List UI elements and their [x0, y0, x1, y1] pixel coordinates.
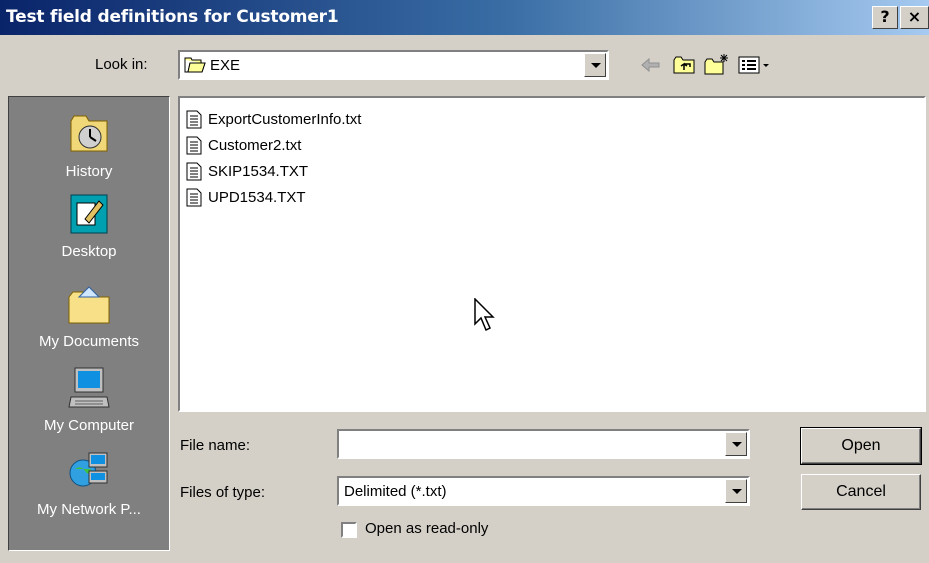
file-type-dropdown[interactable]: Delimited (*.txt) — [337, 476, 750, 506]
view-menu-icon[interactable] — [736, 52, 778, 78]
place-label: Desktop — [61, 243, 117, 260]
places-bar: History Desktop My Documents My Computer… — [8, 96, 170, 551]
list-item[interactable]: Customer2.txt — [186, 134, 301, 156]
folder-open-icon — [184, 57, 206, 73]
my-computer-icon — [68, 367, 110, 408]
place-my-documents[interactable]: My Documents — [9, 281, 169, 350]
read-only-label: Open as read-only — [365, 520, 489, 537]
place-network[interactable]: My Network P... — [9, 449, 169, 518]
window-title: Test field definitions for Customer1 — [6, 7, 339, 27]
file-name-label: File name: — [180, 437, 251, 454]
file-type-value: Delimited (*.txt) — [344, 483, 447, 500]
up-folder-icon[interactable] — [670, 52, 700, 78]
file-name: ExportCustomerInfo.txt — [208, 110, 362, 128]
cancel-button[interactable]: Cancel — [801, 474, 921, 510]
place-desktop[interactable]: Desktop — [9, 191, 169, 260]
read-only-checkbox[interactable] — [341, 522, 357, 538]
list-item[interactable]: SKIP1534.TXT — [186, 160, 308, 182]
desktop-icon — [70, 194, 108, 234]
place-label: My Network P... — [37, 501, 141, 518]
chevron-down-icon[interactable] — [725, 479, 747, 503]
text-file-icon — [186, 136, 202, 154]
back-arrow-icon[interactable] — [636, 52, 666, 78]
my-documents-icon — [68, 286, 110, 324]
list-item[interactable]: ExportCustomerInfo.txt — [186, 108, 361, 130]
place-label: History — [65, 163, 113, 180]
place-label: My Computer — [43, 417, 135, 434]
file-name: Customer2.txt — [208, 136, 302, 154]
text-file-icon — [186, 110, 202, 128]
list-item[interactable]: UPD1534.TXT — [186, 186, 306, 208]
open-file-dialog: Test field definitions for Customer1 ? ×… — [0, 0, 929, 563]
look-in-dropdown[interactable]: EXE — [178, 50, 609, 80]
network-places-icon — [69, 452, 108, 487]
help-button[interactable]: ? — [872, 6, 898, 29]
text-file-icon — [186, 188, 202, 206]
close-button[interactable]: × — [900, 6, 929, 29]
file-name: SKIP1534.TXT — [208, 162, 309, 180]
chevron-down-icon[interactable] — [584, 53, 606, 77]
open-button[interactable]: Open — [800, 427, 922, 465]
file-type-label: Files of type: — [180, 484, 266, 501]
mouse-pointer-icon — [474, 298, 495, 332]
new-folder-icon[interactable] — [702, 52, 732, 78]
text-file-icon — [186, 162, 202, 180]
place-label: My Documents — [38, 333, 140, 350]
place-my-computer[interactable]: My Computer — [9, 365, 169, 434]
title-bar[interactable]: Test field definitions for Customer1 ? × — [0, 0, 929, 35]
look-in-value: EXE — [210, 57, 241, 74]
file-list[interactable]: ExportCustomerInfo.txt Customer2.txt SKI… — [178, 96, 926, 412]
place-history[interactable]: History — [9, 111, 169, 180]
chevron-down-icon[interactable] — [725, 432, 747, 456]
look-in-label: Look in: — [95, 56, 148, 73]
file-name-field[interactable] — [337, 429, 750, 459]
file-name: UPD1534.TXT — [208, 188, 306, 206]
history-icon — [70, 115, 108, 152]
